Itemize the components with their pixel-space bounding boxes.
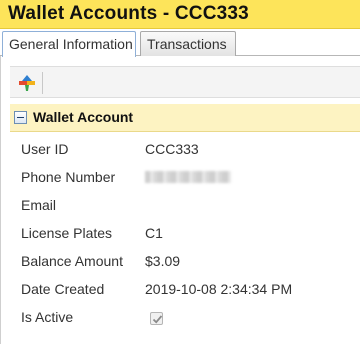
field-row-email: Email xyxy=(21,197,351,217)
balance-amount-value: $3.09 xyxy=(145,253,181,269)
phone-number-value-redacted xyxy=(145,171,231,183)
tab-transactions[interactable]: Transactions xyxy=(140,31,236,56)
section-title: Wallet Account xyxy=(33,109,134,125)
field-row-balance-amount: Balance Amount $3.09 xyxy=(21,253,351,273)
toolbar-separator xyxy=(42,72,43,94)
field-row-user-id: User ID CCC333 xyxy=(21,141,351,161)
license-plates-value: C1 xyxy=(145,225,163,241)
toolbar xyxy=(10,66,360,98)
colorful-plus-icon[interactable] xyxy=(16,72,38,94)
collapse-minus-icon[interactable] xyxy=(14,111,27,124)
email-label: Email xyxy=(21,197,57,213)
tab-general-information[interactable]: General Information xyxy=(2,31,136,57)
field-row-is-active: Is Active xyxy=(21,309,351,329)
field-row-phone-number: Phone Number xyxy=(21,169,351,189)
wallet-account-section-header: Wallet Account xyxy=(10,104,360,132)
date-created-value: 2019-10-08 2:34:34 PM xyxy=(145,281,293,297)
user-id-value: CCC333 xyxy=(145,141,199,157)
checkmark-icon xyxy=(152,315,163,324)
is-active-label: Is Active xyxy=(21,309,74,325)
window-title-bar: Wallet Accounts - CCC333 xyxy=(0,0,360,29)
user-id-label: User ID xyxy=(21,141,69,157)
field-row-license-plates: License Plates C1 xyxy=(21,225,351,245)
field-row-date-created: Date Created 2019-10-08 2:34:34 PM xyxy=(21,281,351,301)
phone-number-label: Phone Number xyxy=(21,169,116,185)
license-plates-label: License Plates xyxy=(21,225,113,241)
date-created-label: Date Created xyxy=(21,281,105,297)
window-title: Wallet Accounts - CCC333 xyxy=(8,3,249,24)
balance-amount-label: Balance Amount xyxy=(21,253,123,269)
is-active-checkbox[interactable] xyxy=(150,312,163,325)
tab-strip: General Information Transactions xyxy=(0,29,360,57)
